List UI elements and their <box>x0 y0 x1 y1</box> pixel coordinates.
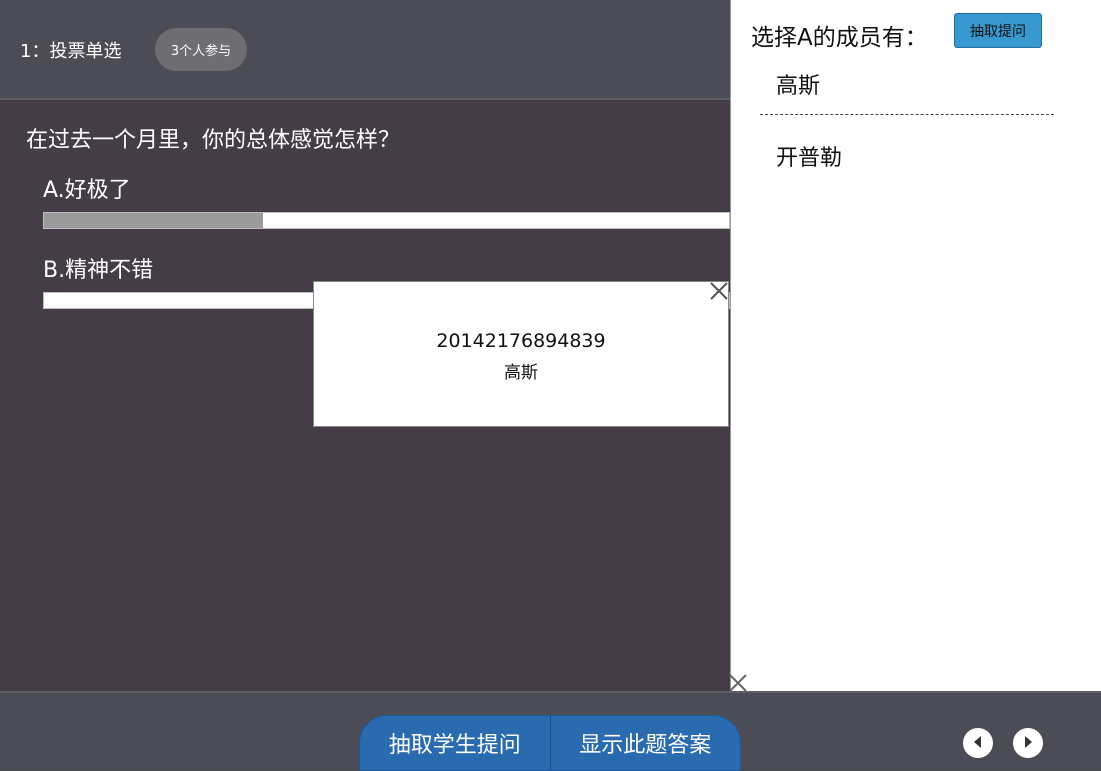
student-name: 高斯 <box>504 363 538 383</box>
caret-right-icon <box>1022 734 1034 753</box>
question-type-label: 1：投票单选 <box>20 41 122 62</box>
member-item: 开普勒 <box>776 146 843 171</box>
caret-left-icon <box>972 734 984 753</box>
close-icon[interactable] <box>708 280 730 302</box>
member-divider <box>760 114 1054 115</box>
draw-student-button[interactable]: 抽取学生提问 <box>360 716 550 770</box>
option-b-label: B.精神不错 <box>43 258 154 283</box>
student-id: 20142176894839 <box>436 330 606 352</box>
next-button[interactable] <box>1013 728 1043 758</box>
panel-title: 选择A的成员有： <box>751 25 928 51</box>
footer-bar: 抽取学生提问 显示此题答案 <box>0 691 1101 771</box>
drawn-student-popup: 20142176894839 高斯 <box>313 281 729 427</box>
option-a-label: A.好极了 <box>43 178 131 203</box>
option-a-result-fill <box>44 213 264 228</box>
prev-button[interactable] <box>963 728 993 758</box>
question-header: 1：投票单选 3个人参与 <box>0 0 730 100</box>
participants-badge: 3个人参与 <box>155 28 247 71</box>
member-panel: 选择A的成员有： 抽取提问 高斯 开普勒 <box>730 0 1101 691</box>
option-a-result-bar <box>43 212 730 229</box>
draw-question-button[interactable]: 抽取提问 <box>954 13 1042 48</box>
question-text: 在过去一个月里，你的总体感觉怎样？ <box>26 128 401 153</box>
footer-button-group: 抽取学生提问 显示此题答案 <box>359 715 741 771</box>
member-item: 高斯 <box>776 74 821 99</box>
show-answer-button[interactable]: 显示此题答案 <box>549 716 741 770</box>
